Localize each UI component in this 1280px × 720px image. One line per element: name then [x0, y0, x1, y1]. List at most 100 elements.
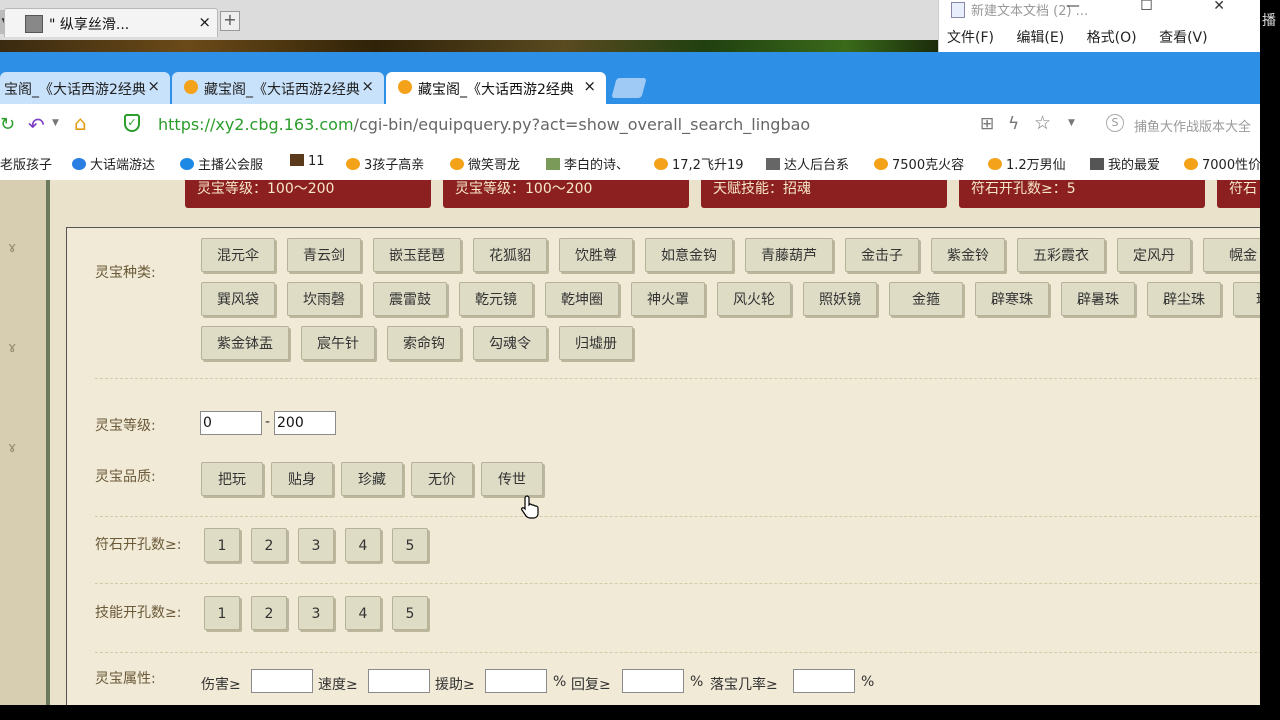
- bookmark-icon: [874, 158, 888, 170]
- bookmark-item[interactable]: 我的最爱: [1090, 154, 1160, 173]
- type-button[interactable]: 青藤葫芦: [745, 238, 833, 272]
- attr-input[interactable]: [793, 669, 855, 693]
- rune-count-button[interactable]: 3: [298, 528, 334, 562]
- type-button[interactable]: 如意金钩: [645, 238, 733, 272]
- undo-icon[interactable]: ↶: [28, 113, 45, 137]
- bookmark-item[interactable]: 11: [290, 154, 325, 169]
- type-button[interactable]: 坎雨磬: [287, 282, 361, 316]
- type-button[interactable]: 花狐貂: [473, 238, 547, 272]
- type-button[interactable]: 乾元镜: [459, 282, 533, 316]
- type-button[interactable]: 紫金钵盂: [201, 326, 289, 360]
- filter-tag[interactable]: 天赋技能：招魂: [701, 180, 947, 208]
- close-icon[interactable]: ×: [361, 77, 374, 95]
- chevron-down-icon[interactable]: ▼: [52, 118, 59, 128]
- star-icon[interactable]: ☆: [1034, 112, 1051, 134]
- level-max-input[interactable]: 200: [274, 411, 336, 435]
- type-button[interactable]: 青云剑: [287, 238, 361, 272]
- bookmark-item[interactable]: 1.2万男仙: [988, 154, 1066, 173]
- attr-input[interactable]: [251, 669, 313, 693]
- filter-tag[interactable]: 符石: [1217, 180, 1260, 208]
- type-button[interactable]: 索命钩: [387, 326, 461, 360]
- quality-button[interactable]: 传世: [481, 462, 543, 496]
- type-button[interactable]: 混元伞: [201, 238, 275, 272]
- skill-count-button[interactable]: 3: [298, 596, 334, 630]
- browser-tab-1[interactable]: 宝阁_《大话西游2经典 ×: [0, 72, 170, 104]
- browser-tab-2[interactable]: 藏宝阁_《大话西游2经典 ×: [172, 72, 384, 104]
- filter-tag[interactable]: 灵宝等级：100～200: [185, 180, 431, 208]
- menu-file[interactable]: 文件(F): [947, 30, 994, 46]
- type-button[interactable]: 照妖镜: [803, 282, 877, 316]
- type-button[interactable]: 勾魂令: [473, 326, 547, 360]
- bookmark-item[interactable]: 达人后台系: [766, 154, 849, 173]
- type-button[interactable]: 幌金: [1203, 238, 1260, 272]
- attr-input[interactable]: [368, 669, 430, 693]
- level-label: 灵宝等级:: [95, 418, 156, 434]
- quality-button[interactable]: 把玩: [201, 462, 263, 496]
- bookmark-item[interactable]: 老版孩子: [0, 154, 52, 173]
- search-engine-icon[interactable]: S: [1106, 114, 1124, 132]
- type-button[interactable]: 饮胜尊: [559, 238, 633, 272]
- url-host: https://xy2.cbg.163.com: [158, 115, 354, 134]
- level-min-input[interactable]: 0: [200, 411, 262, 435]
- type-button[interactable]: 辟尘珠: [1147, 282, 1221, 316]
- chevron-down-icon[interactable]: ▼: [1068, 118, 1075, 128]
- type-button[interactable]: 归墟册: [559, 326, 633, 360]
- bookmark-item[interactable]: 17,2飞升19: [654, 154, 744, 173]
- close-icon[interactable]: ×: [198, 13, 211, 31]
- attr-input[interactable]: [622, 669, 684, 693]
- filter-tag[interactable]: 灵宝等级：100～200: [443, 180, 689, 208]
- type-button[interactable]: 定风丹: [1117, 238, 1191, 272]
- bookmark-item[interactable]: 3孩子高亲: [346, 154, 424, 173]
- type-button[interactable]: 辟暑珠: [1061, 282, 1135, 316]
- type-button[interactable]: 震雷鼓: [373, 282, 447, 316]
- type-button[interactable]: 金箍: [889, 282, 963, 316]
- type-button[interactable]: 神火罩: [631, 282, 705, 316]
- new-outer-tab-button[interactable]: +: [220, 11, 240, 31]
- type-button[interactable]: 紫金铃: [931, 238, 1005, 272]
- grid-icon[interactable]: ⊞: [980, 114, 994, 134]
- skill-count-button[interactable]: 2: [251, 596, 287, 630]
- url-field[interactable]: https://xy2.cbg.163.com/cgi-bin/equipque…: [158, 115, 810, 134]
- filter-tag[interactable]: 符石开孔数≥：5: [959, 180, 1205, 208]
- skill-count-button[interactable]: 1: [204, 596, 240, 630]
- menu-edit[interactable]: 编辑(E): [1016, 30, 1064, 46]
- bookmark-item[interactable]: 7500克火容: [874, 154, 964, 173]
- browser-tab-3[interactable]: 藏宝阁_《大话西游2经典 ×: [386, 72, 606, 104]
- lightning-icon[interactable]: ϟ: [1008, 114, 1019, 134]
- attr-input[interactable]: [485, 669, 547, 693]
- type-button[interactable]: 五彩霞衣: [1017, 238, 1105, 272]
- bookmark-icon: [546, 158, 560, 170]
- close-icon[interactable]: ×: [147, 77, 160, 95]
- rune-count-button[interactable]: 4: [345, 528, 381, 562]
- close-icon[interactable]: ×: [583, 77, 596, 95]
- menu-format[interactable]: 格式(O): [1087, 30, 1137, 46]
- quality-button[interactable]: 贴身: [271, 462, 333, 496]
- new-tab-button[interactable]: [611, 78, 647, 98]
- skill-count-button[interactable]: 4: [345, 596, 381, 630]
- refresh-icon[interactable]: ↻: [0, 114, 15, 135]
- bookmark-item[interactable]: 大话端游达: [72, 154, 155, 173]
- type-button[interactable]: 风火轮: [717, 282, 791, 316]
- window-controls[interactable]: — ☐ ✕: [1066, 0, 1253, 14]
- type-button[interactable]: 宸午针: [301, 326, 375, 360]
- search-suggestion[interactable]: 捕鱼大作战版本大全: [1134, 116, 1251, 135]
- home-icon[interactable]: ⌂: [74, 111, 87, 135]
- type-button[interactable]: 嵌玉琵琶: [373, 238, 461, 272]
- bookmark-item[interactable]: 李白的诗、: [546, 154, 629, 173]
- skill-count-button[interactable]: 5: [392, 596, 428, 630]
- rune-count-button[interactable]: 1: [204, 528, 240, 562]
- type-button[interactable]: 巽风袋: [201, 282, 275, 316]
- quality-button[interactable]: 珍藏: [341, 462, 403, 496]
- rune-count-button[interactable]: 5: [392, 528, 428, 562]
- bookmark-item[interactable]: 7000性价: [1184, 154, 1260, 173]
- outer-window-tab[interactable]: " 纵享丝滑... ×: [4, 8, 218, 37]
- type-button[interactable]: 乾坤圈: [545, 282, 619, 316]
- quality-button[interactable]: 无价: [411, 462, 473, 496]
- menu-view[interactable]: 查看(V): [1159, 30, 1208, 46]
- bookmark-item[interactable]: 微笑哥龙: [450, 154, 520, 173]
- type-button[interactable]: 金击子: [845, 238, 919, 272]
- type-button[interactable]: 琉璃: [1233, 282, 1260, 316]
- rune-count-button[interactable]: 2: [251, 528, 287, 562]
- bookmark-item[interactable]: 主播公会服: [180, 154, 263, 173]
- type-button[interactable]: 辟寒珠: [975, 282, 1049, 316]
